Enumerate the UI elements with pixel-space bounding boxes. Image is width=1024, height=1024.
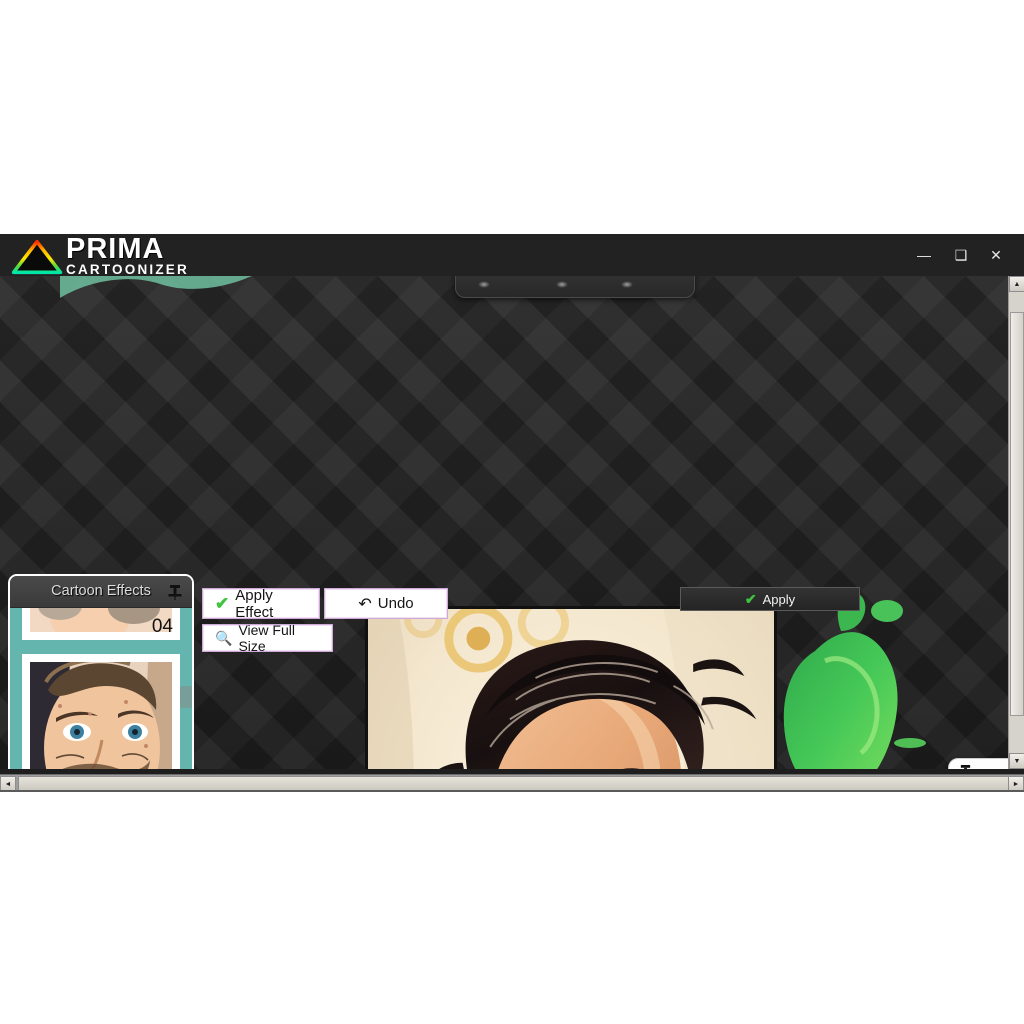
pin-icon[interactable] [959,764,972,769]
app-logo-text: PRIMA CARTOONIZER [66,234,189,277]
thumbnail-scroll-knob[interactable] [180,686,192,708]
green-check-icon: ✔ [215,594,230,613]
minimize-icon[interactable]: — [906,234,942,276]
apply-button[interactable]: ✔ Apply [680,587,860,611]
effect-number: 04 [151,616,173,637]
horizontal-scrollbar-thumb[interactable] [18,776,1024,791]
scroll-down-arrow-icon[interactable]: ▼ [1009,753,1024,769]
cartoon-effects-header: Cartoon Effects [10,576,192,608]
cartoon-effects-title: Cartoon Effects [51,583,151,599]
pin-icon[interactable] [168,584,182,600]
undo-label: Undo [377,595,414,612]
list-item[interactable]: 04 [22,608,180,640]
vertical-scrollbar-thumb[interactable] [1010,312,1024,716]
maximize-icon[interactable]: ❑ [943,234,979,276]
brand-secondary: CARTOONIZER [66,262,189,277]
app-logo: PRIMA CARTOONIZER [8,234,189,277]
apply-effect-label: Apply Effect [235,586,274,621]
apply-label: Apply [762,591,796,607]
cartoonized-portrait-image [368,609,774,769]
apply-effect-button[interactable]: ✔ Apply Effect [202,586,320,621]
color-adjustment-panel[interactable]: Cyan Magneta Yellow Brightness Co [948,758,1008,769]
magnifier-plus-icon: 🔍 [215,629,233,646]
brand-primary: PRIMA [66,234,165,265]
screenshot-root: PRIMA CARTOONIZER — ❑ ✕ ✔ Apply Effect ↶… [0,0,1024,1024]
window-bottom-edge [0,790,1024,792]
rainbow-triangle-logo-icon [11,239,63,275]
view-full-size-button[interactable]: 🔍 View Full Size [202,622,333,654]
floating-tool-palette[interactable] [455,276,695,298]
green-check-icon: ✔ [744,591,757,607]
portrait-image-frame[interactable] [365,606,777,769]
effect-thumbnail-preview [30,608,172,632]
list-item[interactable]: 05 [22,654,180,769]
close-icon[interactable]: ✕ [978,234,1014,276]
canvas-workspace[interactable]: ✔ Apply Effect ↶ Undo 🔍 View Full Size ✔… [0,276,1008,769]
undo-arrow-icon: ↶ [358,595,372,613]
prima-cartoonizer-window: PRIMA CARTOONIZER — ❑ ✕ ✔ Apply Effect ↶… [0,234,1024,792]
title-bar: PRIMA CARTOONIZER — ❑ ✕ [0,234,1024,277]
undo-button[interactable]: ↶ Undo [324,588,448,619]
vertical-scrollbar[interactable]: ▲ ▼ [1008,276,1024,769]
effect-thumbnail-preview [30,662,172,769]
effect-thumbnail-list[interactable]: 04 [10,608,192,769]
cartoon-effects-panel[interactable]: Cartoon Effects 04 [8,574,194,769]
view-full-size-label: View Full Size [238,622,295,654]
scroll-up-arrow-icon[interactable]: ▲ [1009,276,1024,292]
